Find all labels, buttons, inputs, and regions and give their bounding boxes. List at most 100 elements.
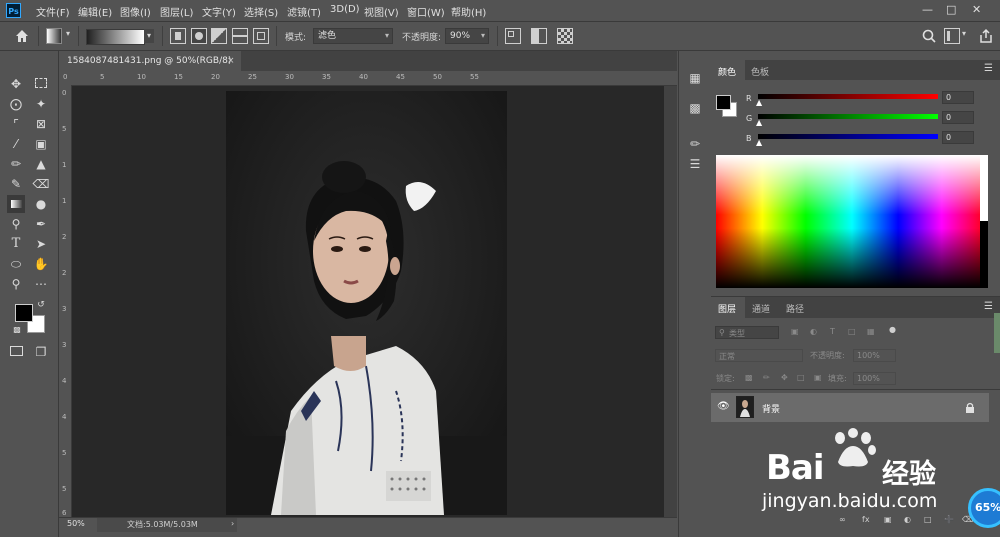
menu-edit[interactable]: 编辑(E) — [78, 4, 112, 19]
tab-layers[interactable]: 图层 — [718, 302, 736, 315]
add-mask-icon[interactable]: ▣ — [884, 515, 892, 524]
brush-settings-icon[interactable]: ✏ — [686, 135, 704, 153]
menu-view[interactable]: 视图(V) — [364, 4, 399, 19]
adjustments-icon[interactable]: ☰ — [686, 155, 704, 173]
marquee-tool-icon[interactable] — [32, 75, 50, 93]
magic-wand-tool-icon[interactable]: ✦ — [32, 95, 50, 113]
adjustment-layer-icon[interactable]: ◐ — [904, 515, 911, 524]
frame-tool-icon[interactable]: ⊠ — [32, 115, 50, 133]
linear-gradient-icon[interactable] — [170, 28, 186, 44]
slider-thumb-icon[interactable]: ▲ — [756, 98, 762, 107]
foreground-color-swatch[interactable] — [716, 95, 731, 110]
maximize-icon[interactable]: □ — [946, 3, 956, 16]
layer-blend-mode-select[interactable]: 正常 — [715, 349, 803, 362]
red-slider[interactable] — [758, 94, 938, 99]
close-tab-icon[interactable]: × — [227, 51, 235, 71]
layer-filter-select[interactable]: ⚲ 类型 — [715, 326, 779, 339]
lock-pixels-icon[interactable]: ✏ — [763, 373, 770, 382]
lasso-tool-icon[interactable]: ⨀ — [7, 95, 25, 113]
default-colors-icon[interactable]: ▩ — [12, 325, 22, 335]
red-value[interactable]: 0 — [942, 91, 974, 104]
history-brush-tool-icon[interactable]: ✎ — [7, 175, 25, 193]
menu-layer[interactable]: 图层(L) — [160, 4, 193, 19]
menu-help[interactable]: 帮助(H) — [451, 4, 486, 19]
layer-opacity-input[interactable]: 100% — [853, 349, 896, 362]
layer-name[interactable]: 背景 — [762, 402, 780, 415]
close-icon[interactable]: ✕ — [972, 3, 981, 16]
minimize-icon[interactable]: — — [922, 3, 933, 16]
home-icon[interactable] — [14, 28, 30, 44]
screen-mode-icon[interactable]: ❐ — [32, 343, 50, 361]
properties-panel-icon[interactable]: ▩ — [686, 99, 704, 117]
healing-brush-tool-icon[interactable]: ▣ — [32, 135, 50, 153]
blue-value[interactable]: 0 — [942, 131, 974, 144]
transparency-icon[interactable] — [557, 28, 573, 44]
gradient-tool-icon[interactable] — [7, 195, 25, 213]
swap-colors-icon[interactable]: ↺ — [36, 300, 46, 310]
slider-thumb-icon[interactable]: ▲ — [756, 118, 762, 127]
path-selection-tool-icon[interactable]: ➤ — [32, 235, 50, 253]
gradient-tool-preset-icon[interactable] — [46, 28, 62, 44]
foreground-color-swatch[interactable] — [15, 304, 33, 322]
menu-3d[interactable]: 3D(D) — [330, 4, 360, 15]
green-slider[interactable] — [758, 114, 938, 119]
group-icon[interactable]: □ — [924, 515, 932, 524]
document-tab[interactable]: 1584087481431.png @ 50%(RGB/8) × — [59, 51, 241, 71]
panel-scrollbar[interactable] — [994, 313, 1000, 353]
tab-channels[interactable]: 通道 — [752, 302, 770, 315]
menu-type[interactable]: 文字(Y) — [202, 4, 236, 19]
pen-tool-icon[interactable]: ✒ — [32, 215, 50, 233]
spectrum-black-swatch[interactable] — [980, 221, 988, 288]
blur-tool-icon[interactable]: ● — [32, 195, 50, 213]
lock-transparent-icon[interactable]: ▩ — [745, 373, 753, 382]
menu-file[interactable]: 文件(F) — [36, 4, 70, 19]
menu-image[interactable]: 图像(I) — [120, 4, 151, 19]
filter-adjustment-icon[interactable]: ◐ — [810, 327, 817, 336]
slider-thumb-icon[interactable]: ▲ — [756, 138, 762, 147]
filter-pixel-icon[interactable]: ▣ — [791, 327, 799, 336]
panel-menu-icon[interactable]: ☰ — [984, 301, 993, 312]
workspace-icon[interactable] — [944, 28, 960, 44]
reverse-icon[interactable] — [505, 28, 521, 44]
crop-tool-icon[interactable]: ⌜ — [7, 115, 25, 133]
green-value[interactable]: 0 — [942, 111, 974, 124]
fx-icon[interactable]: fx — [862, 515, 870, 524]
color-spectrum[interactable] — [716, 155, 988, 288]
menu-window[interactable]: 窗口(W) — [407, 4, 445, 19]
diamond-gradient-icon[interactable] — [253, 28, 269, 44]
type-tool-icon[interactable]: T — [7, 235, 25, 253]
more-tools-icon[interactable]: ⋯ — [32, 275, 50, 293]
radial-gradient-icon[interactable] — [191, 28, 207, 44]
gradient-picker-chevron-icon[interactable]: ▾ — [144, 29, 154, 43]
panel-menu-icon[interactable]: ☰ — [984, 63, 993, 74]
chevron-down-icon[interactable]: ▾ — [66, 29, 70, 38]
zoom-level[interactable]: 50% — [67, 519, 85, 528]
filter-toggle-icon[interactable]: ● — [889, 325, 896, 334]
tab-swatches[interactable]: 色板 — [751, 65, 769, 78]
spectrum-white-swatch[interactable] — [980, 155, 988, 221]
move-tool-icon[interactable]: ✥ — [7, 75, 25, 93]
quick-mask-icon[interactable] — [7, 343, 25, 361]
blend-mode-select[interactable]: 滤色 ▾ — [313, 28, 393, 44]
document-canvas-photo[interactable] — [226, 91, 507, 515]
brush-tool-icon[interactable]: ✏ — [7, 155, 25, 173]
menu-select[interactable]: 选择(S) — [244, 4, 278, 19]
clone-stamp-tool-icon[interactable]: ▲ — [32, 155, 50, 173]
filter-type-icon[interactable]: T — [830, 327, 835, 336]
reflected-gradient-icon[interactable] — [232, 28, 248, 44]
chevron-down-icon[interactable]: ▾ — [962, 29, 966, 38]
tab-color[interactable]: 颜色 — [718, 65, 736, 78]
lock-position-icon[interactable]: ✥ — [781, 373, 788, 382]
eye-icon[interactable]: 👁 — [717, 401, 730, 412]
opacity-input[interactable]: 90% ▾ — [445, 28, 489, 44]
search-icon[interactable] — [921, 28, 937, 44]
new-layer-icon[interactable]: ➕ — [944, 515, 954, 524]
tab-paths[interactable]: 路径 — [786, 302, 804, 315]
eraser-tool-icon[interactable]: ⌫ — [32, 175, 50, 193]
link-layers-icon[interactable]: ∞ — [839, 515, 846, 524]
blue-slider[interactable] — [758, 134, 938, 139]
lock-all-icon[interactable]: ▣ — [814, 373, 822, 382]
vertical-scrollbar[interactable] — [664, 86, 677, 517]
status-chevron-icon[interactable]: › — [231, 519, 234, 528]
filter-smart-object-icon[interactable]: ▦ — [867, 327, 875, 336]
